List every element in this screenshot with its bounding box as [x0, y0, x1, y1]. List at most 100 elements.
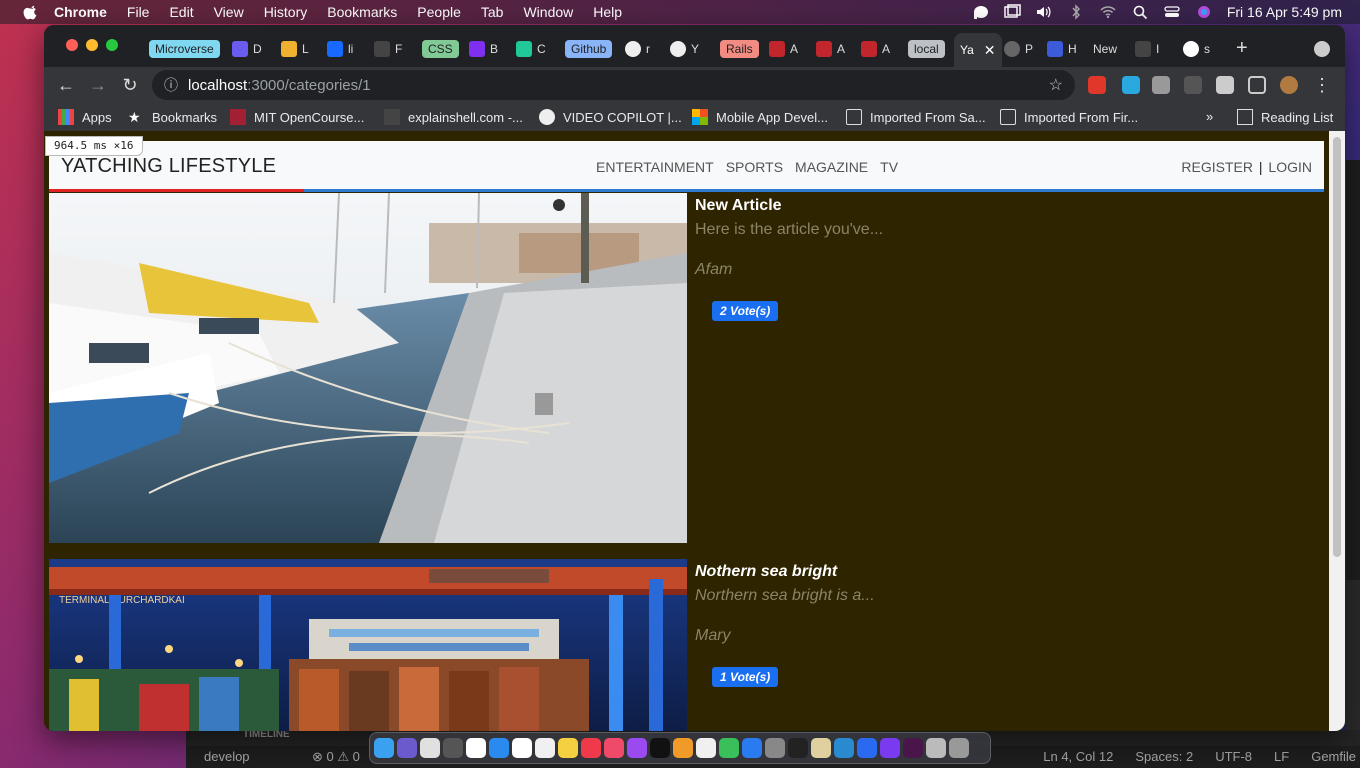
problems-counter[interactable]: ⊗ 0 ⚠ 0 — [312, 749, 360, 765]
forward-arrow-icon[interactable]: → — [88, 75, 108, 95]
window-maximize-button[interactable] — [106, 39, 118, 51]
tab-group-rails[interactable]: Rails — [720, 38, 759, 60]
tab-p[interactable]: P — [1004, 38, 1033, 60]
finder-icon[interactable] — [374, 738, 394, 758]
podcasts-icon[interactable] — [627, 738, 647, 758]
menu-tab[interactable]: Tab — [481, 4, 504, 20]
vote-button[interactable]: 2 Vote(s) — [712, 301, 779, 321]
tab-google[interactable]: s — [1183, 38, 1210, 60]
tab-h[interactable]: H — [1047, 38, 1077, 60]
bookmark-star-icon[interactable]: ☆ — [1049, 75, 1063, 95]
books-icon[interactable] — [673, 738, 693, 758]
calendar-icon[interactable] — [512, 738, 532, 758]
tab-c[interactable]: C — [516, 38, 546, 60]
reading-list[interactable]: Reading List — [1237, 109, 1333, 125]
menu-view[interactable]: View — [214, 4, 244, 20]
numbers-icon[interactable] — [719, 738, 739, 758]
bookmark-mit-ocw[interactable]: MIT OpenCourse... — [230, 109, 364, 125]
mission-control-icon[interactable] — [443, 738, 463, 758]
tab-l[interactable]: L — [281, 38, 309, 60]
safari-icon[interactable] — [489, 738, 509, 758]
tab-rails-a3[interactable]: A — [861, 38, 890, 60]
vscode-icon[interactable] — [834, 738, 854, 758]
launchpad-icon[interactable] — [420, 738, 440, 758]
reload-icon[interactable]: ↻ — [120, 75, 140, 95]
tab-github-r[interactable]: r — [625, 38, 650, 60]
language-mode[interactable]: Gemfile — [1311, 749, 1356, 764]
cast-icon[interactable] — [1248, 76, 1266, 94]
article-image-marina[interactable] — [49, 193, 687, 543]
bookmark-folder-firefox[interactable]: Imported From Fir... — [1000, 109, 1138, 125]
extension-icon[interactable] — [1184, 76, 1202, 94]
nav-entertainment[interactable]: ENTERTAINMENT — [596, 159, 714, 175]
zoom-icon[interactable] — [857, 738, 877, 758]
tab-behance[interactable]: li — [327, 38, 353, 60]
tab-search-icon[interactable] — [1314, 41, 1330, 57]
extension-icon[interactable] — [1152, 76, 1170, 94]
bookmarks-overflow-chevron-icon[interactable]: » — [1206, 109, 1213, 124]
bookmark-explainshell[interactable]: explainshell.com -... — [384, 109, 523, 125]
file-encoding[interactable]: UTF-8 — [1215, 749, 1252, 764]
line-ending[interactable]: LF — [1274, 749, 1289, 764]
elephant-icon[interactable] — [971, 4, 989, 20]
preview-icon[interactable] — [811, 738, 831, 758]
slack-icon[interactable] — [903, 738, 923, 758]
siri-icon[interactable] — [1195, 4, 1213, 20]
trash-icon[interactable] — [949, 738, 969, 758]
terminal-icon[interactable] — [788, 738, 808, 758]
menu-history[interactable]: History — [264, 4, 308, 20]
chrome-icon[interactable] — [466, 738, 486, 758]
tab-rails-a1[interactable]: A — [769, 38, 798, 60]
downloads-stack-icon[interactable] — [926, 738, 946, 758]
nav-magazine[interactable]: MAGAZINE — [795, 159, 868, 175]
menu-edit[interactable]: Edit — [169, 4, 193, 20]
menu-help[interactable]: Help — [593, 4, 622, 20]
tab-f[interactable]: F — [374, 38, 402, 60]
tab-new[interactable]: New — [1093, 38, 1117, 60]
menu-chrome[interactable]: Chrome — [54, 4, 107, 20]
menu-bookmarks[interactable]: Bookmarks — [327, 4, 397, 20]
page-scrollbar[interactable] — [1329, 131, 1345, 731]
app-icon[interactable] — [880, 738, 900, 758]
info-icon[interactable]: ⓘ — [164, 75, 178, 95]
close-tab-icon[interactable]: ✕ — [984, 42, 996, 59]
tab-group-css[interactable]: CSS — [422, 38, 459, 60]
git-branch-label[interactable]: develop — [204, 749, 250, 764]
bookmark-folder-safari[interactable]: Imported From Sa... — [846, 109, 986, 125]
volume-icon[interactable] — [1035, 4, 1053, 20]
app-store-icon[interactable] — [742, 738, 762, 758]
tab-bootstrap[interactable]: B — [469, 38, 498, 60]
bookmark-mobile-app[interactable]: Mobile App Devel... — [692, 109, 828, 125]
tab-group-microverse[interactable]: Microverse — [149, 38, 220, 60]
adblock-extension-icon[interactable] — [1088, 76, 1106, 94]
news-icon[interactable] — [581, 738, 601, 758]
pages-icon[interactable] — [696, 738, 716, 758]
new-tab-plus-icon[interactable]: + — [1236, 37, 1248, 60]
window-close-button[interactable] — [66, 39, 78, 51]
control-center-icon[interactable] — [1163, 4, 1181, 20]
puzzle-extensions-icon[interactable] — [1216, 76, 1234, 94]
cursor-position[interactable]: Ln 4, Col 12 — [1043, 749, 1113, 764]
bookmark-video-copilot[interactable]: VIDEO COPILOT |... — [539, 109, 682, 125]
indentation-setting[interactable]: Spaces: 2 — [1135, 749, 1193, 764]
scrollbar-thumb[interactable] — [1333, 137, 1341, 557]
profile-avatar[interactable] — [1280, 76, 1298, 94]
wifi-icon[interactable] — [1099, 4, 1117, 20]
site-brand[interactable]: YATCHING LIFESTYLE — [61, 155, 276, 178]
address-bar[interactable]: ⓘ localhost:3000/categories/1 ☆ — [152, 70, 1075, 100]
bluetooth-off-icon[interactable] — [1067, 4, 1085, 20]
system-preferences-icon[interactable] — [765, 738, 785, 758]
tab-github-y[interactable]: Y — [670, 38, 699, 60]
article-title[interactable]: New Article — [695, 197, 782, 215]
notes-icon[interactable] — [558, 738, 578, 758]
nav-sports[interactable]: SPORTS — [726, 159, 783, 175]
register-link[interactable]: REGISTER — [1181, 159, 1253, 175]
menu-people[interactable]: People — [417, 4, 461, 20]
extension-icon[interactable] — [1122, 76, 1140, 94]
bookmark-apps[interactable]: Apps — [58, 109, 112, 125]
music-icon[interactable] — [604, 738, 624, 758]
menu-window[interactable]: Window — [523, 4, 573, 20]
nav-tv[interactable]: TV — [880, 159, 898, 175]
tab-group-github[interactable]: Github — [565, 38, 613, 60]
window-minimize-button[interactable] — [86, 39, 98, 51]
